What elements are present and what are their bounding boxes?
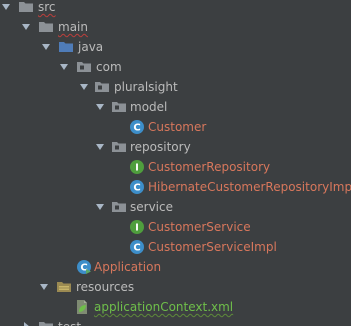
svg-text:I: I: [135, 163, 139, 174]
package-icon: [94, 79, 110, 95]
tree-node-application[interactable]: C Application: [0, 257, 351, 277]
tree-node-resources[interactable]: resources: [0, 277, 351, 297]
runnable-class-icon: C: [76, 259, 92, 275]
package-icon: [111, 199, 127, 215]
folder-icon: [18, 0, 34, 15]
tree-node-label: Application: [94, 260, 162, 274]
tree-node-application-context-xml[interactable]: applicationContext.xml: [0, 297, 351, 317]
spring-xml-icon: [74, 299, 90, 315]
tree-node-repository[interactable]: repository: [0, 137, 351, 157]
expand-arrow-icon[interactable]: [94, 100, 106, 114]
tree-node-label: pluralsight: [114, 80, 178, 94]
tree-node-com[interactable]: com: [0, 57, 351, 77]
expand-arrow-icon[interactable]: [20, 20, 32, 34]
tree-node-label: Customer: [148, 120, 207, 134]
expand-arrow-icon[interactable]: [0, 0, 12, 14]
tree-node-label: CustomerRepository: [148, 160, 271, 174]
class-icon: C: [129, 239, 145, 255]
svg-text:C: C: [133, 123, 140, 134]
expand-arrow-icon[interactable]: [94, 140, 106, 154]
tree-node-customer[interactable]: C Customer: [0, 117, 351, 137]
expand-arrow-icon[interactable]: [38, 280, 50, 294]
interface-icon: I: [129, 159, 145, 175]
tree-node-java[interactable]: java: [0, 37, 351, 57]
svg-text:C: C: [133, 183, 140, 194]
expand-arrow-icon[interactable]: [40, 40, 52, 54]
svg-text:I: I: [135, 223, 139, 234]
tree-node-label: service: [130, 200, 173, 214]
tree-node-hibernate-customer-repository-impl[interactable]: C HibernateCustomerRepositoryImpl: [0, 177, 351, 197]
tree-node-service[interactable]: service: [0, 197, 351, 217]
tree-node-model[interactable]: model: [0, 97, 351, 117]
tree-node-customer-service[interactable]: I CustomerService: [0, 217, 351, 237]
tree-node-label: main: [58, 20, 88, 34]
tree-node-customer-repository[interactable]: I CustomerRepository: [0, 157, 351, 177]
resources-folder-icon: [56, 279, 72, 295]
tree-node-label: test: [58, 319, 81, 326]
tree-node-label: applicationContext.xml: [94, 300, 234, 314]
tree-node-src[interactable]: src: [0, 0, 351, 17]
class-icon: C: [129, 119, 145, 135]
expand-arrow-icon[interactable]: [58, 60, 70, 74]
folder-icon: [38, 319, 54, 326]
class-icon: C: [129, 179, 145, 195]
expand-arrow-icon[interactable]: [78, 80, 90, 94]
tree-node-label: src: [38, 0, 56, 14]
source-folder-icon: [58, 39, 74, 55]
tree-node-label: CustomerServiceImpl: [148, 240, 277, 254]
interface-icon: I: [129, 219, 145, 235]
project-tree: src main java com pluralsight model C Cu…: [0, 0, 351, 326]
svg-text:C: C: [133, 243, 140, 254]
package-icon: [76, 59, 92, 75]
tree-node-label: com: [96, 60, 122, 74]
package-icon: [111, 99, 127, 115]
collapse-arrow-icon[interactable]: [20, 320, 32, 326]
tree-node-label: model: [130, 100, 168, 114]
folder-icon: [38, 19, 54, 35]
tree-node-customer-service-impl[interactable]: C CustomerServiceImpl: [0, 237, 351, 257]
tree-node-label: java: [78, 40, 104, 54]
tree-node-label: CustomerService: [148, 220, 251, 234]
tree-node-pluralsight[interactable]: pluralsight: [0, 77, 351, 97]
tree-node-main[interactable]: main: [0, 17, 351, 37]
tree-node-label: resources: [76, 280, 135, 294]
package-icon: [111, 139, 127, 155]
tree-node-test[interactable]: test: [0, 317, 351, 326]
tree-node-label: HibernateCustomerRepositoryImpl: [148, 180, 351, 194]
expand-arrow-icon[interactable]: [94, 200, 106, 214]
tree-node-label: repository: [130, 140, 191, 154]
